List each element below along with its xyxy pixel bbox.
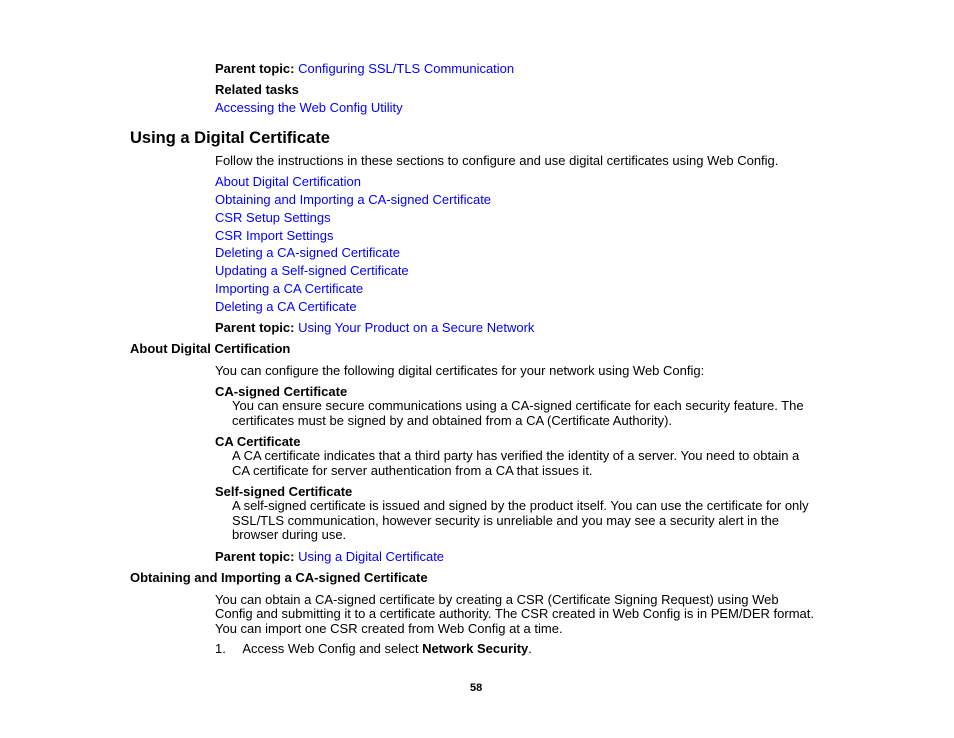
link-using-product-secure-network[interactable]: Using Your Product on a Secure Network xyxy=(298,320,534,335)
obtaining-para-line-2: Config and submitting it to a certificat… xyxy=(215,606,814,621)
parent-topic-about: Parent topic: Using a Digital Certificat… xyxy=(215,549,444,565)
link-using-digital-certificate[interactable]: Using a Digital Certificate xyxy=(298,549,444,564)
definition-ca-certificate-line-1: A CA certificate indicates that a third … xyxy=(232,448,800,463)
link-configuring-ssl-tls[interactable]: Configuring SSL/TLS Communication xyxy=(298,61,514,76)
definition-ca-certificate-line-2: CA certificate for server authentication… xyxy=(232,463,593,478)
about-intro: You can configure the following digital … xyxy=(215,363,705,378)
link-obtaining-importing[interactable]: Obtaining and Importing a CA-signed Cert… xyxy=(215,192,491,208)
parent-topic-top: Parent topic: Configuring SSL/TLS Commun… xyxy=(215,61,514,77)
definition-ca-signed-line-2: certificates must be signed by and obtai… xyxy=(232,413,673,428)
about-title: About Digital Certification xyxy=(130,341,291,356)
step-text-end: . xyxy=(528,641,532,656)
definition-self-signed-line-3: browser during use. xyxy=(232,527,347,542)
link-csr-import-settings[interactable]: CSR Import Settings xyxy=(215,228,334,244)
obtaining-para-line-3: You can import one CSR created from Web … xyxy=(215,621,563,636)
section-intro: Follow the instructions in these section… xyxy=(215,153,779,168)
definition-self-signed-line-1: A self-signed certificate is issued and … xyxy=(232,498,809,513)
link-csr-setup-settings[interactable]: CSR Setup Settings xyxy=(215,210,331,226)
parent-topic-label: Parent topic: xyxy=(215,320,295,335)
link-deleting-ca-certificate[interactable]: Deleting a CA Certificate xyxy=(215,299,357,315)
link-updating-self-signed[interactable]: Updating a Self-signed Certificate xyxy=(215,263,409,279)
link-importing-ca-certificate[interactable]: Importing a CA Certificate xyxy=(215,281,363,297)
link-about-digital-certification[interactable]: About Digital Certification xyxy=(215,174,361,190)
parent-topic-label: Parent topic: xyxy=(215,549,295,564)
definition-self-signed-line-2: SSL/TLS communication, however security … xyxy=(232,513,779,528)
step-number: 1. xyxy=(215,641,226,656)
definition-ca-signed-line-1: You can ensure secure communications usi… xyxy=(232,398,804,413)
related-tasks-heading: Related tasks xyxy=(215,82,299,97)
step-1: 1. Access Web Config and select Network … xyxy=(215,641,532,657)
link-accessing-web-config[interactable]: Accessing the Web Config Utility xyxy=(215,100,403,116)
parent-topic-label: Parent topic: xyxy=(215,61,295,76)
link-deleting-ca-signed[interactable]: Deleting a CA-signed Certificate xyxy=(215,245,400,261)
parent-topic-section: Parent topic: Using Your Product on a Se… xyxy=(215,320,534,336)
section-title: Using a Digital Certificate xyxy=(130,129,330,147)
obtaining-para-line-1: You can obtain a CA-signed certificate b… xyxy=(215,592,779,607)
step-text-bold: Network Security xyxy=(422,641,529,656)
step-text: Access Web Config and select xyxy=(242,641,423,656)
obtaining-title: Obtaining and Importing a CA-signed Cert… xyxy=(130,570,428,585)
page-number: 58 xyxy=(470,682,483,694)
